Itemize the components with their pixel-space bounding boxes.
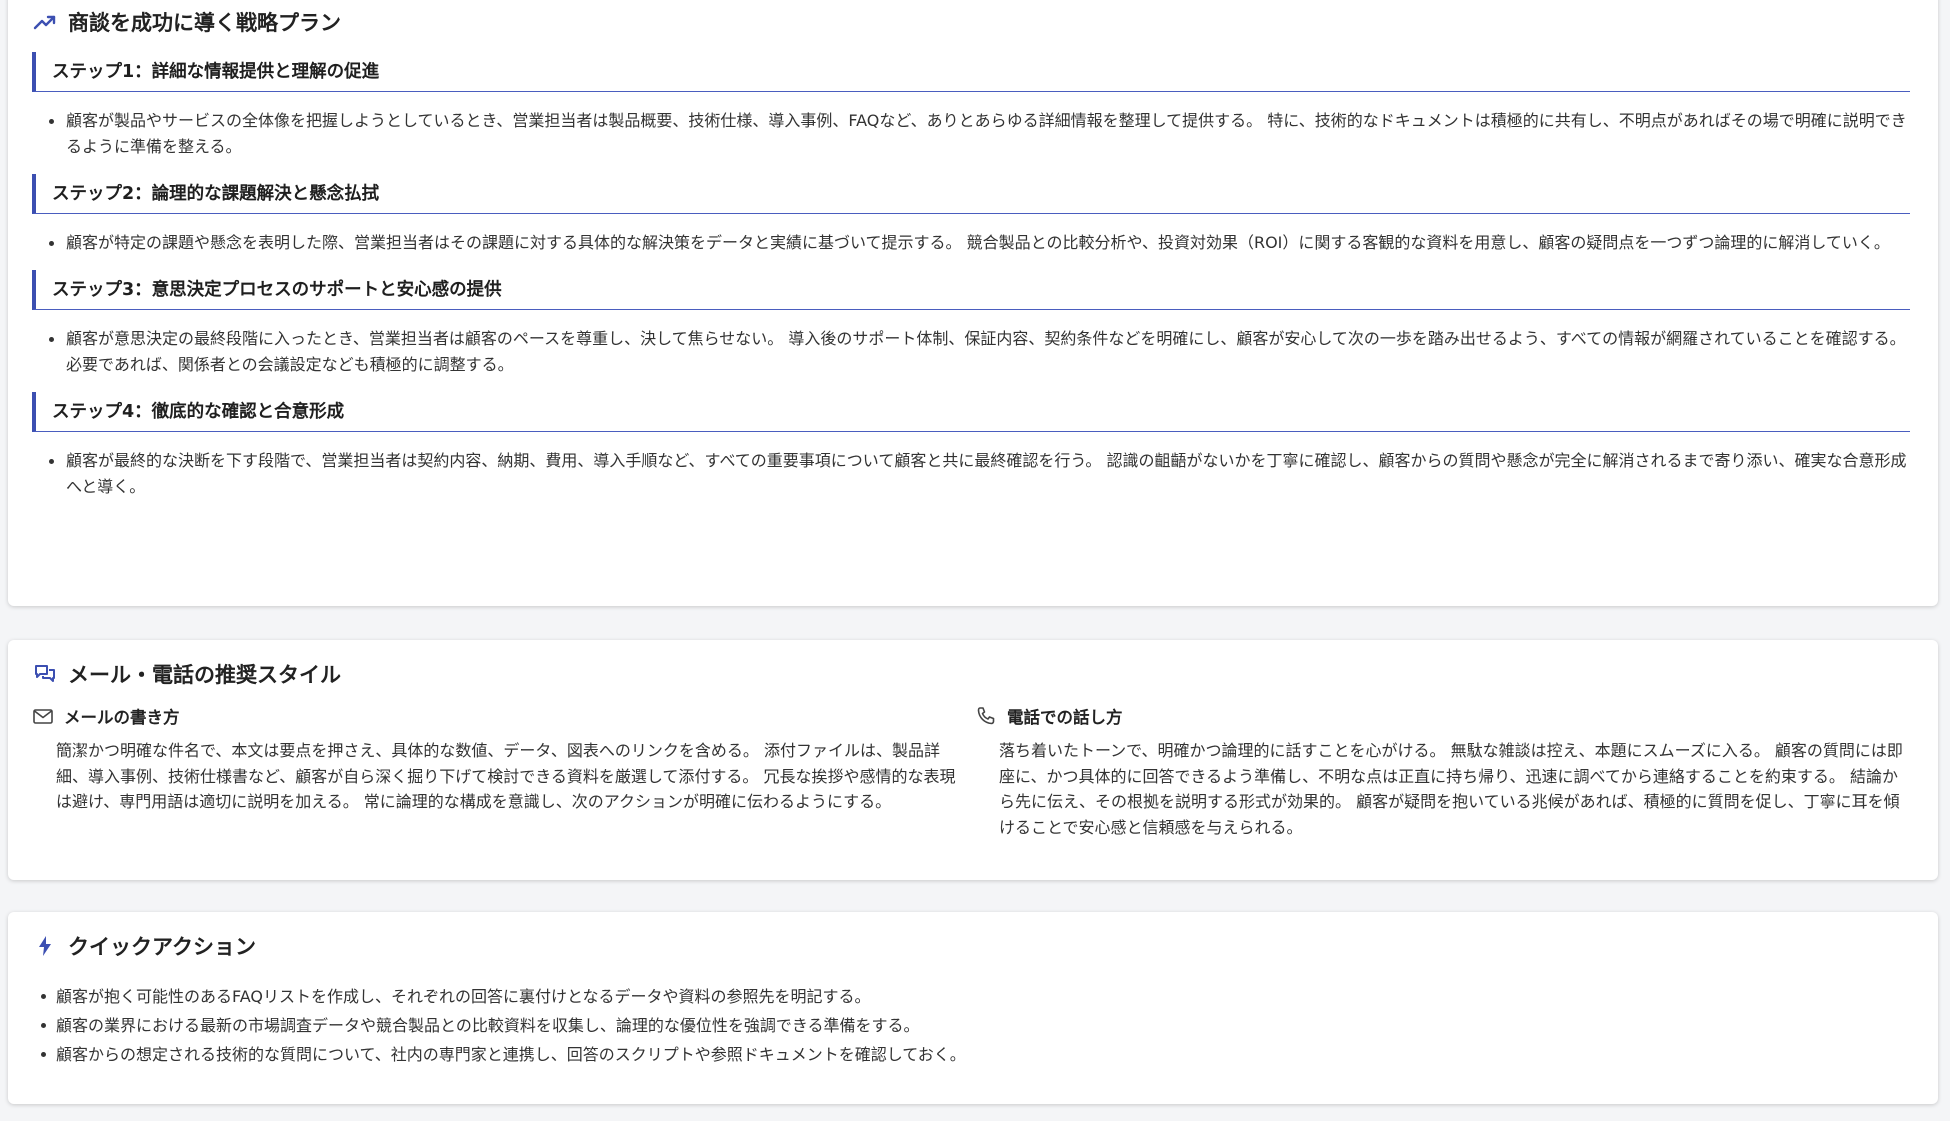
mail-icon xyxy=(32,705,54,727)
step-description: 顧客が最終的な決断を下す段階で、営業担当者は契約内容、納期、費用、導入手順など、… xyxy=(32,448,1910,500)
strategy-plan-title: 商談を成功に導く戦略プラン xyxy=(68,11,341,35)
communication-style-card: メール・電話の推奨スタイル メールの書き方 簡潔かつ明確な件名で、本文は要点を押… xyxy=(8,640,1938,880)
phone-style-title: 電話での話し方 xyxy=(1006,708,1123,727)
step-heading: ステップ4：徹底的な確認と合意形成 xyxy=(32,392,1910,432)
quick-action-item: 顧客が抱く可能性のあるFAQリストを作成し、それぞれの回答に裏付けとなるデータや… xyxy=(32,982,1910,1011)
strategy-plan-card: 商談を成功に導く戦略プラン ステップ1：詳細な情報提供と理解の促進 顧客が製品や… xyxy=(8,0,1938,606)
page: 商談を成功に導く戦略プラン ステップ1：詳細な情報提供と理解の促進 顧客が製品や… xyxy=(0,0,1950,1121)
step-4: ステップ4：徹底的な確認と合意形成 顧客が最終的な決断を下す段階で、営業担当者は… xyxy=(32,392,1910,500)
chat-bubbles-icon xyxy=(32,661,58,687)
style-columns: メールの書き方 簡潔かつ明確な件名で、本文は要点を押さえ、具体的な数値、データ、… xyxy=(32,702,1910,840)
communication-style-title: メール・電話の推奨スタイル xyxy=(68,663,341,687)
step-description: 顧客が特定の課題や懸念を表明した際、営業担当者はその課題に対する具体的な解決策を… xyxy=(32,230,1910,256)
email-style-section: メールの書き方 簡潔かつ明確な件名で、本文は要点を押さえ、具体的な数値、データ、… xyxy=(32,702,971,840)
step-heading: ステップ3：意思決定プロセスのサポートと安心感の提供 xyxy=(32,270,1910,310)
step-heading: ステップ1：詳細な情報提供と理解の促進 xyxy=(32,52,1910,92)
quick-action-list: 顧客が抱く可能性のあるFAQリストを作成し、それぞれの回答に裏付けとなるデータや… xyxy=(32,982,1910,1069)
phone-style-text: 落ち着いたトーンで、明確かつ論理的に話すことを心がける。 無駄な雑談は控え、本題… xyxy=(998,741,1903,837)
strategy-plan-header: 商談を成功に導く戦略プラン xyxy=(32,6,1910,38)
trending-up-icon xyxy=(32,9,58,35)
step-heading: ステップ2：論理的な課題解決と懸念払拭 xyxy=(32,174,1910,214)
quick-action-card: クイックアクション 顧客が抱く可能性のあるFAQリストを作成し、それぞれの回答に… xyxy=(8,912,1938,1104)
communication-style-header: メール・電話の推奨スタイル xyxy=(32,658,1910,690)
email-style-text: 簡潔かつ明確な件名で、本文は要点を押さえ、具体的な数値、データ、図表へのリンクを… xyxy=(56,741,956,811)
step-description: 顧客が製品やサービスの全体像を把握しようとしているとき、営業担当者は製品概要、技… xyxy=(32,108,1910,160)
step-description: 顧客が意思決定の最終段階に入ったとき、営業担当者は顧客のペースを尊重し、決して焦… xyxy=(32,326,1910,378)
step-3: ステップ3：意思決定プロセスのサポートと安心感の提供 顧客が意思決定の最終段階に… xyxy=(32,270,1910,378)
step-2: ステップ2：論理的な課題解決と懸念払拭 顧客が特定の課題や懸念を表明した際、営業… xyxy=(32,174,1910,256)
phone-style-section: 電話での話し方 落ち着いたトーンで、明確かつ論理的に話すことを心がける。 無駄な… xyxy=(971,702,1910,840)
quick-action-title: クイックアクション xyxy=(68,935,256,959)
lightning-icon xyxy=(32,933,58,959)
quick-action-item: 顧客の業界における最新の市場調査データや競合製品との比較資料を収集し、論理的な優… xyxy=(32,1011,1910,1040)
email-style-title: メールの書き方 xyxy=(64,708,180,727)
phone-style-header: 電話での話し方 xyxy=(975,702,1910,730)
quick-action-header: クイックアクション xyxy=(32,930,1910,962)
quick-action-item: 顧客からの想定される技術的な質問について、社内の専門家と連携し、回答のスクリプト… xyxy=(32,1040,1910,1069)
email-style-header: メールの書き方 xyxy=(32,702,971,730)
phone-icon xyxy=(975,705,997,727)
step-1: ステップ1：詳細な情報提供と理解の促進 顧客が製品やサービスの全体像を把握しよう… xyxy=(32,52,1910,160)
